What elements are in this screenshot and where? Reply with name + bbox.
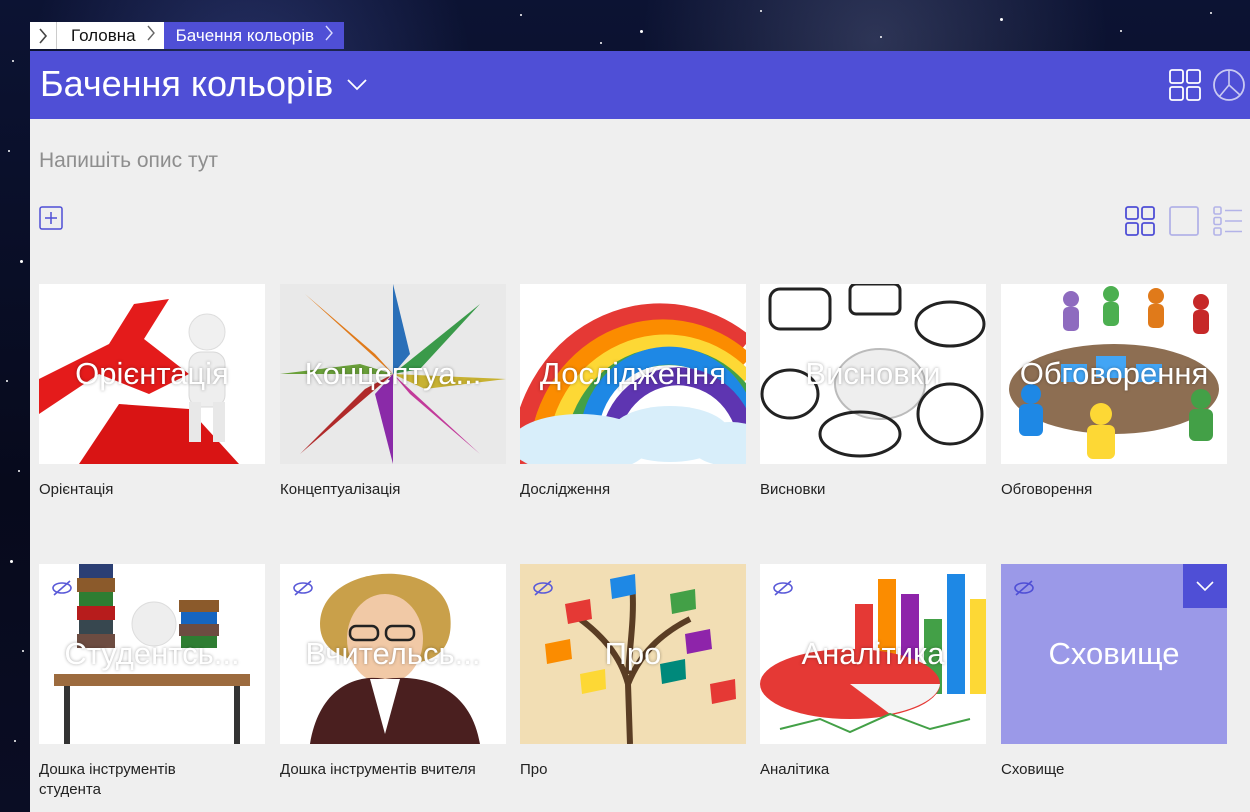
single-view-icon[interactable] <box>1168 205 1200 237</box>
tile-student-toolboard[interactable]: Студентсь... Дошка інструментів студента <box>39 564 265 800</box>
breadcrumb-expand-button[interactable] <box>30 22 57 49</box>
tile-caption[interactable]: Дошка інструментів студента <box>39 760 239 800</box>
plus-box-icon[interactable] <box>39 206 63 230</box>
tile-caption[interactable]: Орієнтація <box>39 480 239 500</box>
chevron-down-icon <box>347 79 367 91</box>
tile-caption[interactable]: Висновки <box>760 480 960 500</box>
tile-image: Дослідження <box>520 284 746 464</box>
description-field[interactable]: Напишіть опис тут <box>39 149 218 173</box>
tile-teacher-toolboard[interactable]: Вчительсь... Дошка інструментів вчителя <box>280 564 506 780</box>
tile-image: Аналітика <box>760 564 986 744</box>
tile-image: Обговорення <box>1001 284 1227 464</box>
breadcrumb: Головна Бачення кольорів <box>30 22 345 49</box>
list-view-icon[interactable] <box>1212 205 1244 237</box>
breadcrumb-home[interactable]: Головна <box>57 22 164 49</box>
tile-image: Концептуа... <box>280 284 506 464</box>
tile-image: Студентсь... <box>39 564 265 744</box>
hidden-eye-icon[interactable] <box>1013 580 1035 596</box>
chevron-right-icon <box>146 25 156 47</box>
tile-image: Орієнтація <box>39 284 265 464</box>
tile-discussion[interactable]: Обговорення Обговорення <box>1001 284 1227 500</box>
tile-image: Про <box>520 564 746 744</box>
tile-overlay-title: Висновки <box>805 356 941 391</box>
tile-conclusions[interactable]: Висновки Висновки <box>760 284 986 500</box>
tile-overlay-title: Орієнтація <box>75 356 229 391</box>
grid-icon[interactable] <box>1168 68 1202 102</box>
tile-orientation[interactable]: Орієнтація Орієнтація <box>39 284 265 500</box>
tile-caption[interactable]: Про <box>520 760 720 780</box>
tile-conceptualization[interactable]: Концептуа... Концептуалізація <box>280 284 506 500</box>
hidden-eye-icon[interactable] <box>772 580 794 596</box>
chevron-right-icon <box>324 25 334 47</box>
pie-chart-icon[interactable] <box>1212 68 1246 102</box>
tile-caption[interactable]: Аналітика <box>760 760 960 780</box>
tile-caption[interactable]: Обговорення <box>1001 480 1201 500</box>
view-toggle-group <box>1124 205 1244 237</box>
page-header: Бачення кольорів <box>30 51 1250 119</box>
hidden-eye-icon[interactable] <box>292 580 314 596</box>
tile-research[interactable]: Дослідження Дослідження <box>520 284 746 500</box>
page-title: Бачення кольорів <box>40 63 334 104</box>
tile-storage[interactable]: Сховище Сховище <box>1001 564 1227 780</box>
tile-analytics[interactable]: Аналітика Аналітика <box>760 564 986 780</box>
tile-menu-button[interactable] <box>1183 564 1227 608</box>
tile-caption[interactable]: Сховище <box>1001 760 1201 780</box>
main-content: Напишіть опис тут Орієнтація Орієнтація … <box>30 119 1250 812</box>
chevron-down-icon <box>1196 581 1214 592</box>
tile-overlay-title: Концептуа... <box>304 356 482 391</box>
tile-image: Вчительсь... <box>280 564 506 744</box>
breadcrumb-current-label: Бачення кольорів <box>175 25 315 45</box>
grid-view-icon[interactable] <box>1124 205 1156 237</box>
tile-image: Сховище <box>1001 564 1227 744</box>
breadcrumb-current[interactable]: Бачення кольорів <box>163 22 345 49</box>
tile-caption[interactable]: Дослідження <box>520 480 720 500</box>
hidden-eye-icon[interactable] <box>532 580 554 596</box>
chevron-right-icon <box>39 27 48 44</box>
hidden-eye-icon[interactable] <box>51 580 73 596</box>
breadcrumb-home-label: Головна <box>71 25 136 45</box>
page-title-dropdown[interactable]: Бачення кольорів <box>40 63 369 105</box>
tile-caption[interactable]: Дошка інструментів вчителя <box>280 760 480 780</box>
tile-about[interactable]: Про Про <box>520 564 746 780</box>
tile-image: Висновки <box>760 284 986 464</box>
tile-overlay-title: Обговорення <box>1019 356 1209 391</box>
tile-overlay-title: Дослідження <box>539 356 727 391</box>
tile-caption[interactable]: Концептуалізація <box>280 480 480 500</box>
